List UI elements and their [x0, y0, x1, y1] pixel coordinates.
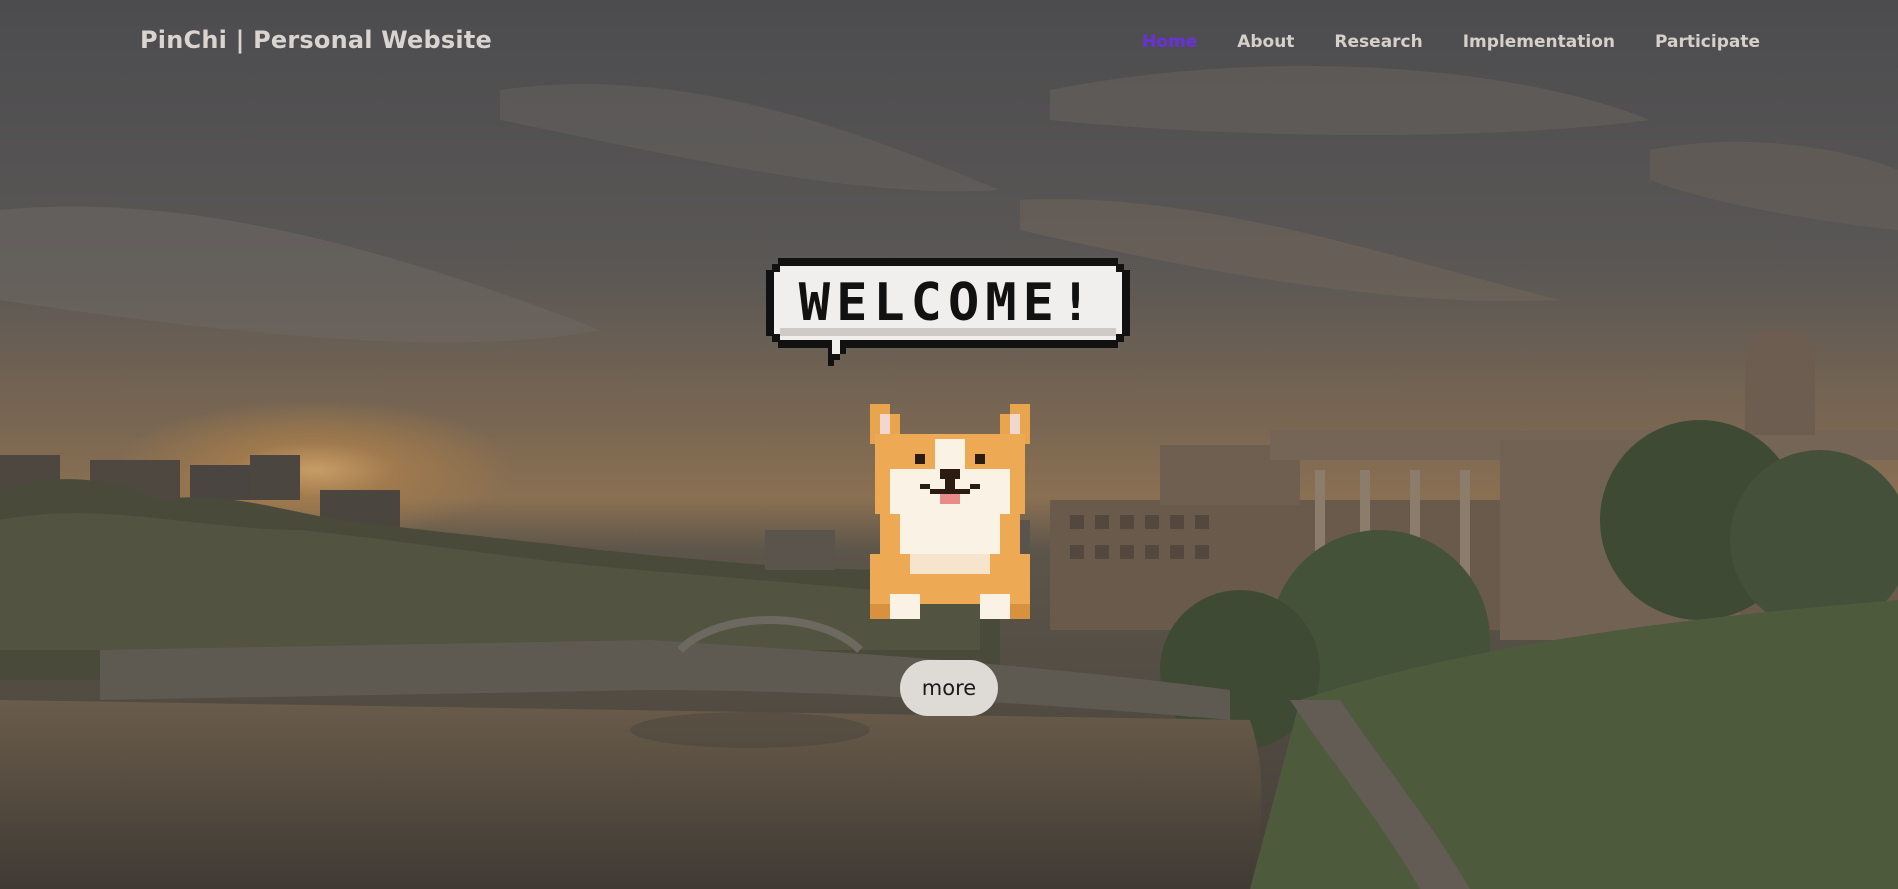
hero-section: PinChi | Personal Website Home About Res…: [0, 0, 1898, 889]
more-button[interactable]: more: [900, 660, 998, 716]
top-navbar: PinChi | Personal Website Home About Res…: [0, 0, 1898, 86]
nav-participate[interactable]: Participate: [1655, 32, 1760, 52]
nav-implementation[interactable]: Implementation: [1463, 32, 1615, 52]
main-nav: Home About Research Implementation Parti…: [1142, 32, 1760, 52]
nav-about[interactable]: About: [1237, 32, 1294, 52]
welcome-speech-bubble: WELCOME!: [766, 258, 1130, 370]
site-brand[interactable]: PinChi | Personal Website: [140, 26, 492, 54]
welcome-text: WELCOME!: [798, 273, 1098, 333]
pixel-corgi-icon: [870, 404, 1030, 619]
nav-research[interactable]: Research: [1334, 32, 1422, 52]
nav-home[interactable]: Home: [1142, 32, 1197, 52]
